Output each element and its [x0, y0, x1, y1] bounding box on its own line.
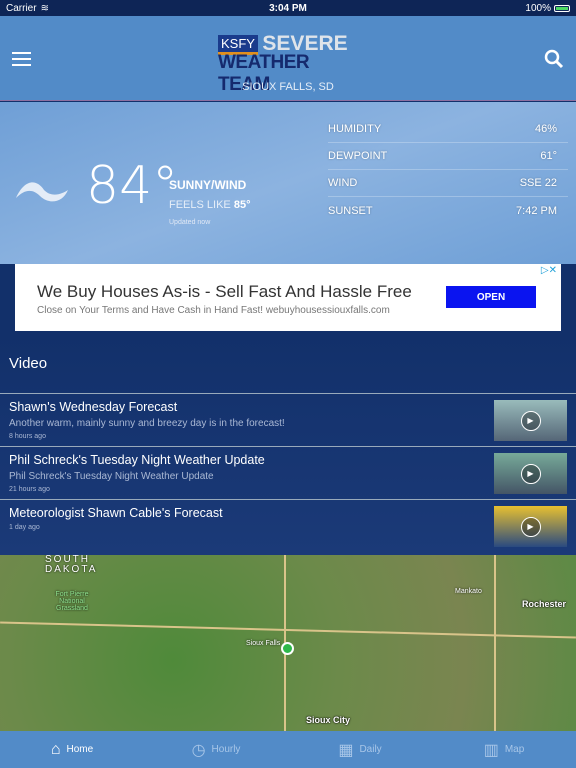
feels-label: FEELS LIKE [169, 199, 231, 211]
stat-label: DEWPOINT [328, 150, 388, 162]
ad-close-icon[interactable]: ▷✕ [541, 265, 557, 276]
stats-list: HUMIDITY 46% DEWPOINT 61° WIND SSE 22 SUNSE… [328, 116, 568, 224]
tab-daily[interactable]: ▦ Daily [288, 731, 432, 768]
stat-label: HUMIDITY [328, 123, 382, 135]
home-icon: ⌂ [50, 740, 61, 758]
play-icon: ▶ [520, 410, 541, 431]
condition: SUNNY/WIND [169, 178, 247, 192]
tab-label: Map [504, 744, 525, 755]
stat-label: SUNSET [328, 204, 373, 217]
video-thumbnail[interactable]: ▶ [494, 453, 567, 494]
video-title: Meteorologist Shawn Cable's Forecast [9, 506, 223, 520]
map-label-sioux-city: Sioux City [306, 715, 351, 725]
video-title: Shawn's Wednesday Forecast [9, 400, 178, 414]
feels-value: 85° [233, 199, 251, 211]
clock: 3:04 PM [269, 2, 307, 14]
video-time: 8 hours ago [9, 433, 46, 440]
ad-title[interactable]: We Buy Houses As-is - Sell Fast And Hass… [37, 282, 412, 302]
video-thumbnail[interactable]: ▶ [494, 400, 567, 441]
map-label: SOUTH DAKOTA [45, 555, 98, 575]
video-title: Phil Schreck's Tuesday Night Weather Upd… [9, 453, 265, 467]
tab-home[interactable]: ⌂ Home [0, 731, 144, 768]
app-header: KSFY SEVERE WEATHER TEAM SIOUX FALLS, SD [0, 16, 576, 101]
video-description: Phil Schreck's Tuesday Night Weather Upd… [9, 471, 214, 482]
ad-open-button[interactable]: OPEN [446, 286, 536, 308]
wind-icon [16, 182, 68, 202]
map-label-rochester: Rochester [522, 599, 567, 609]
calendar-icon: ▦ [338, 741, 354, 759]
tab-bar: ⌂ Home ◷ Hourly ▦ Daily ▥ Map [0, 731, 576, 768]
video-time: 1 day ago [9, 524, 40, 531]
feels-like: FEELS LIKE 85° [169, 199, 250, 211]
updated-time: Updated now [169, 219, 211, 226]
video-time: 21 hours ago [9, 486, 50, 493]
tab-map[interactable]: ▥ Map [432, 731, 576, 768]
video-item[interactable]: Shawn's Wednesday Forecast Another warm,… [0, 394, 576, 447]
map-icon: ▥ [483, 741, 499, 759]
map-label: Mankato [455, 588, 482, 595]
play-icon: ▶ [520, 463, 541, 484]
location-pin[interactable] [281, 642, 294, 655]
video-item[interactable]: Meteorologist Shawn Cable's Forecast 1 d… [0, 500, 576, 553]
map-label: Sioux Falls [246, 640, 281, 647]
menu-icon[interactable] [12, 52, 31, 70]
stat-value: 46% [534, 123, 557, 135]
ad-banner[interactable]: We Buy Houses As-is - Sell Fast And Hass… [15, 264, 561, 331]
stat-wind: WIND SSE 22 [328, 170, 568, 197]
video-description: Another warm, mainly sunny and breezy da… [9, 418, 285, 429]
stat-dewpoint: DEWPOINT 61° [328, 143, 568, 170]
stat-sunset: SUNSET 7:42 PM [328, 197, 568, 224]
stat-value: 61° [540, 150, 557, 162]
play-icon: ▶ [520, 516, 541, 537]
video-section: Video Shawn's Wednesday Forecast Another… [0, 331, 576, 555]
tab-label: Hourly [211, 744, 241, 755]
ad-description: Close on Your Terms and Have Cash in Han… [37, 305, 390, 316]
stat-label: WIND [328, 177, 358, 189]
tab-label: Daily [359, 744, 382, 755]
clock-icon: ◷ [191, 741, 206, 759]
video-thumbnail[interactable]: ▶ [494, 506, 567, 547]
stat-value: SSE 22 [519, 177, 557, 189]
search-icon[interactable] [544, 49, 564, 69]
tab-hourly[interactable]: ◷ Hourly [144, 731, 288, 768]
video-heading: Video [0, 331, 576, 394]
video-item[interactable]: Phil Schreck's Tuesday Night Weather Upd… [0, 447, 576, 500]
current-conditions: 84° SUNNY/WIND FEELS LIKE 85° Updated no… [0, 102, 576, 264]
status-bar: Carrier ≋ 3:04 PM 100% [0, 0, 576, 16]
temperature: 84° [86, 156, 179, 216]
tab-label: Home [66, 744, 94, 755]
map-label: Fort Pierre National Grassland [55, 591, 89, 612]
location-label: SIOUX FALLS, SD [242, 81, 334, 93]
stat-humidity: HUMIDITY 46% [328, 116, 568, 143]
stat-value: 7:42 PM [516, 204, 557, 217]
